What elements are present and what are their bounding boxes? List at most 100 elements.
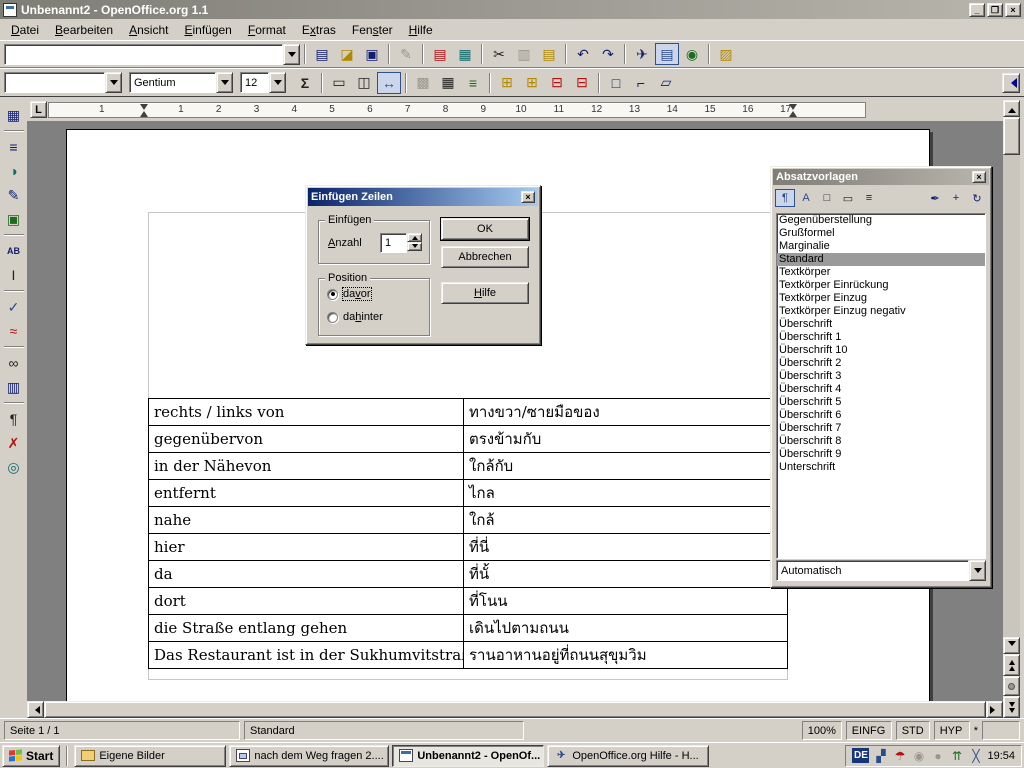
titlebar[interactable]: Unbenannt2 - OpenOffice.org 1.1 _ ❐ × bbox=[0, 0, 1024, 19]
autospellcheck-icon[interactable]: ≈ bbox=[2, 320, 26, 342]
style-list-item[interactable]: Überschrift 2 bbox=[777, 357, 985, 370]
radio-dahinter-label[interactable]: dahinter bbox=[343, 311, 383, 323]
volume-icon[interactable]: ◉ bbox=[911, 748, 926, 763]
style-list-item[interactable]: Überschrift 7 bbox=[777, 422, 985, 435]
style-list-item[interactable]: Gegenüberstellung bbox=[777, 214, 985, 227]
vertical-scroll-thumb[interactable] bbox=[1003, 117, 1020, 155]
task-weg-fragen[interactable]: nach dem Weg fragen 2.... bbox=[229, 745, 389, 767]
table-cell-thai[interactable]: ไกล bbox=[464, 480, 788, 507]
form-functions-icon[interactable]: ▣ bbox=[2, 208, 26, 230]
scanner-icon[interactable]: ╳ bbox=[968, 748, 983, 763]
background-color-icon[interactable]: ▩ bbox=[411, 72, 435, 94]
status-insert-mode[interactable]: EINFG bbox=[846, 721, 892, 740]
insert-column-icon[interactable]: ⊞ bbox=[520, 72, 544, 94]
open-icon[interactable]: ◪ bbox=[335, 43, 359, 65]
toolbar-collapse-button[interactable] bbox=[1002, 73, 1020, 93]
table-cell-german[interactable]: dort bbox=[149, 588, 464, 615]
insert-table-icon[interactable]: ▦ bbox=[2, 104, 26, 126]
online-layout-icon[interactable]: ◎ bbox=[2, 456, 26, 478]
style-dropdown-button[interactable] bbox=[105, 72, 122, 93]
close-button[interactable]: × bbox=[1005, 3, 1021, 17]
save-icon[interactable]: ▣ bbox=[360, 43, 384, 65]
radio-davor[interactable]: davor bbox=[327, 288, 371, 300]
quickstarter-icon[interactable]: ▞ bbox=[873, 748, 888, 763]
cut-icon[interactable]: ✂ bbox=[487, 43, 511, 65]
navigation-button[interactable] bbox=[1003, 676, 1020, 696]
scroll-down-button[interactable] bbox=[1003, 637, 1020, 654]
help-button[interactable]: Hilfe bbox=[441, 282, 529, 304]
font-size-combobox[interactable]: 12 bbox=[240, 72, 286, 93]
style-list-item[interactable]: Überschrift 1 bbox=[777, 331, 985, 344]
direct-cursor-icon[interactable]: I bbox=[2, 264, 26, 286]
radio-dahinter-circle[interactable] bbox=[327, 312, 338, 323]
style-list-item[interactable]: Überschrift 4 bbox=[777, 383, 985, 396]
menu-item[interactable]: Einfügen bbox=[176, 20, 239, 40]
border-arrange-icon[interactable]: ⌐ bbox=[629, 72, 653, 94]
navigator-icon[interactable]: ✈ bbox=[630, 43, 654, 65]
minimize-button[interactable]: _ bbox=[969, 3, 985, 17]
table-cell-thai[interactable]: ที่โนน bbox=[464, 588, 788, 615]
export-pdf-icon[interactable]: ▤ bbox=[428, 43, 452, 65]
style-list-item[interactable]: Überschrift 8 bbox=[777, 435, 985, 448]
style-list-item[interactable]: Grußformel bbox=[777, 227, 985, 240]
anzahl-spinner[interactable]: 1 bbox=[380, 233, 422, 253]
url-combobox[interactable] bbox=[4, 44, 300, 65]
menu-item[interactable]: Format bbox=[240, 20, 294, 40]
menu-item[interactable]: Extras bbox=[294, 20, 344, 40]
line-style-icon[interactable]: ≡ bbox=[461, 72, 485, 94]
autotext-icon[interactable]: AB bbox=[2, 240, 26, 262]
print-icon[interactable]: ▦ bbox=[453, 43, 477, 65]
menu-item[interactable]: Bearbeiten bbox=[47, 20, 121, 40]
gallery-icon[interactable]: ▨ bbox=[714, 43, 738, 65]
table-cell-german[interactable]: nahe bbox=[149, 507, 464, 534]
find-replace-icon[interactable]: ∞ bbox=[2, 352, 26, 374]
new-style-from-selection-icon[interactable]: + bbox=[946, 189, 966, 207]
radio-dahinter[interactable]: dahinter bbox=[327, 311, 383, 323]
update-style-icon[interactable]: ↻ bbox=[967, 189, 987, 207]
undo-icon[interactable]: ↶ bbox=[571, 43, 595, 65]
style-list-item[interactable]: Überschrift 6 bbox=[777, 409, 985, 422]
menu-item[interactable]: Ansicht bbox=[121, 20, 176, 40]
style-filter-combobox[interactable]: Automatisch bbox=[776, 560, 986, 581]
menu-item[interactable]: Datei bbox=[3, 20, 47, 40]
task-openoffice-hilfe[interactable]: ✈ OpenOffice.org Hilfe - H... bbox=[547, 745, 709, 767]
paragraph-styles-icon[interactable]: ¶ bbox=[775, 189, 795, 207]
character-styles-icon[interactable]: A bbox=[796, 189, 816, 207]
table-cell-thai[interactable]: ใกล้กับ bbox=[464, 453, 788, 480]
style-filter-dropdown-button[interactable] bbox=[969, 560, 986, 581]
new-document-icon[interactable]: ▤ bbox=[310, 43, 334, 65]
cancel-button[interactable]: Abbrechen bbox=[441, 246, 529, 268]
table-cell-thai[interactable]: ใกล้ bbox=[464, 507, 788, 534]
menu-item[interactable]: Hilfe bbox=[401, 20, 441, 40]
style-list-item[interactable]: Überschrift 10 bbox=[777, 344, 985, 357]
table-cell-thai[interactable]: เดินไปตามถนน bbox=[464, 615, 788, 642]
spin-down-button[interactable] bbox=[407, 242, 422, 251]
insert-object-icon[interactable]: ◑ bbox=[2, 160, 26, 182]
url-dropdown-button[interactable] bbox=[283, 44, 300, 65]
radio-davor-label[interactable]: davor bbox=[343, 288, 371, 300]
delete-column-icon[interactable]: ⊟ bbox=[570, 72, 594, 94]
sum-icon[interactable]: Σ bbox=[293, 72, 317, 94]
paragraph-style-combobox[interactable] bbox=[4, 72, 122, 93]
font-dropdown-button[interactable] bbox=[216, 72, 233, 93]
table-cell-german[interactable]: in der Nähevon bbox=[149, 453, 464, 480]
stylist-close-button[interactable]: × bbox=[972, 171, 986, 183]
stylist-icon[interactable]: ▤ bbox=[655, 43, 679, 65]
left-margin-marker[interactable] bbox=[140, 104, 149, 117]
style-list-item[interactable]: Überschrift 9 bbox=[777, 448, 985, 461]
update-icon[interactable]: ⇈ bbox=[949, 748, 964, 763]
style-list-item[interactable]: Überschrift bbox=[777, 318, 985, 331]
style-list-item[interactable]: Textkörper Einrückung bbox=[777, 279, 985, 292]
task-unbenannt2[interactable]: Unbenannt2 - OpenOf... bbox=[392, 745, 544, 767]
draw-functions-icon[interactable]: ✎ bbox=[2, 184, 26, 206]
nonprinting-characters-icon[interactable]: ¶ bbox=[2, 408, 26, 430]
merge-cells-icon[interactable]: ▭ bbox=[327, 72, 351, 94]
style-list-item[interactable]: Überschrift 5 bbox=[777, 396, 985, 409]
font-name-combobox[interactable]: Gentium bbox=[129, 72, 233, 93]
table-cell-german[interactable]: da bbox=[149, 561, 464, 588]
table-cell-german[interactable]: gegenübervon bbox=[149, 426, 464, 453]
style-list-item[interactable]: Textkörper bbox=[777, 266, 985, 279]
graphics-onoff-icon[interactable]: ✗ bbox=[2, 432, 26, 454]
horizontal-scrollbar[interactable] bbox=[27, 701, 1003, 718]
antivirus-icon[interactable]: ☂ bbox=[892, 748, 907, 763]
